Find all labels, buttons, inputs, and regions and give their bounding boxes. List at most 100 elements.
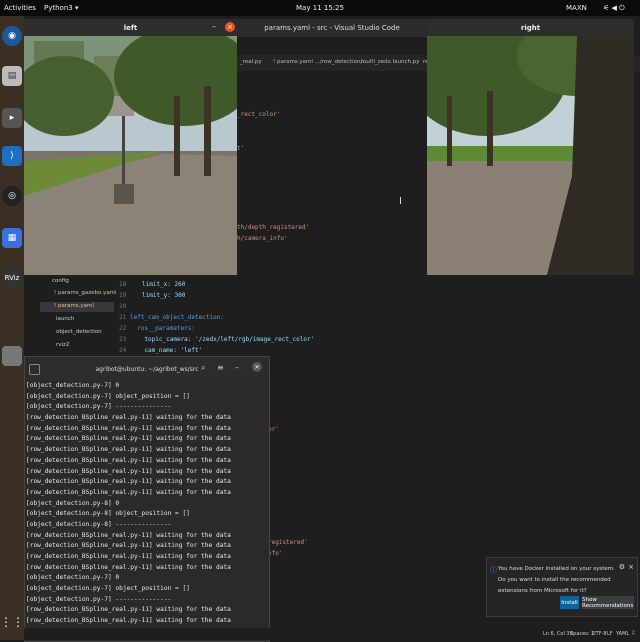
code-line: limit_y: 300 (142, 292, 186, 299)
window-title: left (24, 19, 237, 36)
line-number: 22 (119, 325, 127, 332)
terminal-line: [row_detection_BSpline_real.py-11] waiti… (26, 446, 231, 454)
line-number: 20 (119, 303, 127, 310)
tab-real-py[interactable]: _real.py (240, 59, 262, 65)
minimize-icon[interactable]: – (235, 363, 239, 372)
top-bar: Activities Python3 ▾ May 11 15:25 MAXN ⚟… (0, 0, 640, 16)
left-camera-window[interactable]: left × – (24, 19, 237, 275)
left-camera-image (24, 36, 237, 275)
terminal-line: [row_detection_BSpline_real.py-11] waiti… (26, 553, 231, 560)
code-fragment: nfo' (268, 550, 283, 557)
status-bar: Ln 6, Col 38 Spaces: 2 UTF-8 LF YAML ♫ (24, 628, 640, 640)
explorer-item-params-gazebo[interactable]: ! params_gazebo.yaml (54, 290, 117, 296)
terminal-line: [row_detection_BSpline_real.py-11] waiti… (26, 531, 231, 539)
app-menu[interactable]: Python3 ▾ (44, 4, 78, 12)
explorer-item-params-yaml[interactable]: ! params.yaml (54, 303, 94, 309)
code-fragment: th/depth_registered' (237, 224, 310, 231)
explorer-item-launch[interactable]: launch (56, 316, 74, 322)
gear-icon[interactable]: ⚙ (619, 563, 625, 571)
right-camera-image (427, 36, 634, 275)
terminal-line: [row_detection_BSpline_real.py-11] waiti… (26, 563, 231, 571)
chromium-icon[interactable]: ◉ (2, 26, 22, 46)
explorer-panel: config ! params_gazebo.yaml ! params.yam… (40, 274, 117, 354)
code-line: ros__parameters: (130, 325, 196, 332)
encoding[interactable]: UTF-8 (592, 631, 607, 637)
code-fragment: _rect_color' (237, 111, 281, 118)
terminal-line: [row_detection_BSpline_real.py-11] waiti… (26, 467, 231, 475)
terminal-icon[interactable]: ▸ (2, 108, 22, 128)
code-fragment: h/camera_info' (237, 235, 288, 242)
terminal-line: [object_detection.py-7] --------------- (26, 403, 172, 411)
text-cursor-icon: I (399, 196, 402, 207)
info-icon: ⓘ (490, 566, 497, 574)
terminal-line: [row_detection_BSpline_real.py-11] waiti… (26, 478, 231, 486)
minimize-icon[interactable]: – (209, 22, 219, 32)
line-number: 23 (119, 336, 127, 343)
code-fragment: registered' (268, 539, 308, 546)
terminal-line: [row_detection_BSpline_real.py-11] waiti… (26, 456, 231, 464)
files-icon[interactable]: ▤ (2, 66, 22, 86)
line-number: 24 (119, 347, 127, 354)
docker-notification: ⓘ You have Docker installed on your syst… (486, 557, 638, 617)
code-line: topic_camera: '/zedx/left/rgb/image_rect… (130, 336, 315, 343)
explorer-item-rviz2[interactable]: rviz2 (56, 342, 69, 348)
line-ending[interactable]: LF (607, 631, 613, 637)
language-mode[interactable]: YAML (616, 631, 629, 637)
line-number: 18 (119, 281, 127, 288)
activities-button[interactable]: Activities (4, 4, 36, 12)
notifications-icon[interactable]: ♫ (631, 630, 635, 636)
install-button[interactable]: Install (560, 596, 579, 609)
close-icon[interactable]: × (252, 362, 262, 372)
show-apps-icon[interactable]: ⋮⋮ (0, 612, 24, 632)
dock: ◉ ▤ ▸ ⟩ ◎ ▦ RViz ⋮⋮ (0, 16, 24, 640)
tab-launch-py[interactable]: multi_zedx.launch.py (361, 59, 419, 65)
cursor-position[interactable]: Ln 6, Col 38 (543, 631, 573, 637)
terminal-line: [object_detection.py-7] 0 (26, 382, 120, 389)
terminal-line: [object_detection.py-7] object_position … (26, 392, 190, 400)
terminal-line: [row_detection_BSpline_real.py-11] waiti… (26, 542, 231, 550)
line-number: 21 (119, 314, 127, 321)
terminal-line: [row_detection_BSpline_real.py-11] waiti… (26, 488, 231, 496)
power-mode-indicator[interactable]: MAXN (566, 4, 587, 12)
close-icon[interactable]: × (628, 563, 634, 571)
window-title: right (427, 19, 634, 36)
terminal-line: [row_detection_BSpline_real.py-11] waiti… (26, 606, 231, 614)
new-tab-icon[interactable] (29, 364, 40, 375)
terminal-line: [row_detection_BSpline_real.py-11] waiti… (26, 424, 231, 432)
close-icon[interactable]: × (225, 22, 235, 32)
indentation[interactable]: Spaces: 2 (570, 631, 594, 637)
window-thumbnail-icon[interactable] (2, 346, 22, 366)
notification-message: You have Docker installed on your system… (498, 566, 615, 594)
clock[interactable]: May 11 15:25 (296, 4, 344, 12)
explorer-item-object-detection[interactable]: object_detection (56, 329, 102, 335)
terminal-line: [object_detection.py-8] object_position … (26, 510, 190, 518)
terminal-line: [object_detection.py-7] --------------- (26, 595, 172, 603)
terminal-line: [row_detection_BSpline_real.py-11] waiti… (26, 617, 231, 625)
vscode-icon[interactable]: ⟩ (2, 146, 22, 166)
terminal-line: [row_detection_BSpline_real.py-11] waiti… (26, 414, 231, 422)
tab-params-yaml[interactable]: ! params.yaml .../row_detection/... (273, 59, 368, 65)
right-camera-window[interactable]: right (427, 19, 634, 275)
terminal-title: agribot@ubuntu: ~/agribot_ws/src (25, 357, 269, 381)
explorer-item-config[interactable]: config (52, 278, 69, 284)
terminal-line: [object_detection.py-7] object_position … (26, 585, 190, 593)
app-icon[interactable]: ▦ (2, 228, 22, 248)
code-line: cam_name: 'left' (130, 347, 203, 354)
search-icon[interactable]: ⌕ (201, 363, 205, 373)
vscode-title-bar: params.yaml - src - Visual Studio Code (237, 19, 427, 37)
terminal-line: [object_detection.py-8] 0 (26, 499, 120, 507)
terminal-output[interactable]: [object_detection.py-7] 0 [object_detecti… (25, 381, 269, 641)
system-menu-icons[interactable]: ⚟ ◀ ⏻ (603, 4, 625, 13)
terminal-line: [object_detection.py-7] 0 (26, 574, 120, 582)
menu-icon[interactable]: ≡ (217, 363, 224, 372)
show-recommendations-button[interactable]: Show Recommendations (582, 596, 634, 609)
terminal-line: [object_detection.py-8] --------------- (26, 520, 172, 528)
obs-icon[interactable]: ◎ (2, 186, 22, 206)
line-number: 19 (119, 292, 127, 299)
code-line: left_cam_object_detection: (130, 314, 224, 321)
code-line: limit_x: 260 (142, 281, 186, 288)
code-fragment: t' (237, 145, 245, 152)
rviz-icon[interactable]: RViz (2, 268, 22, 288)
terminal-line: [row_detection_BSpline_real.py-11] waiti… (26, 435, 231, 443)
terminal-window[interactable]: agribot@ubuntu: ~/agribot_ws/src ⌕ ≡ – ×… (24, 356, 270, 642)
